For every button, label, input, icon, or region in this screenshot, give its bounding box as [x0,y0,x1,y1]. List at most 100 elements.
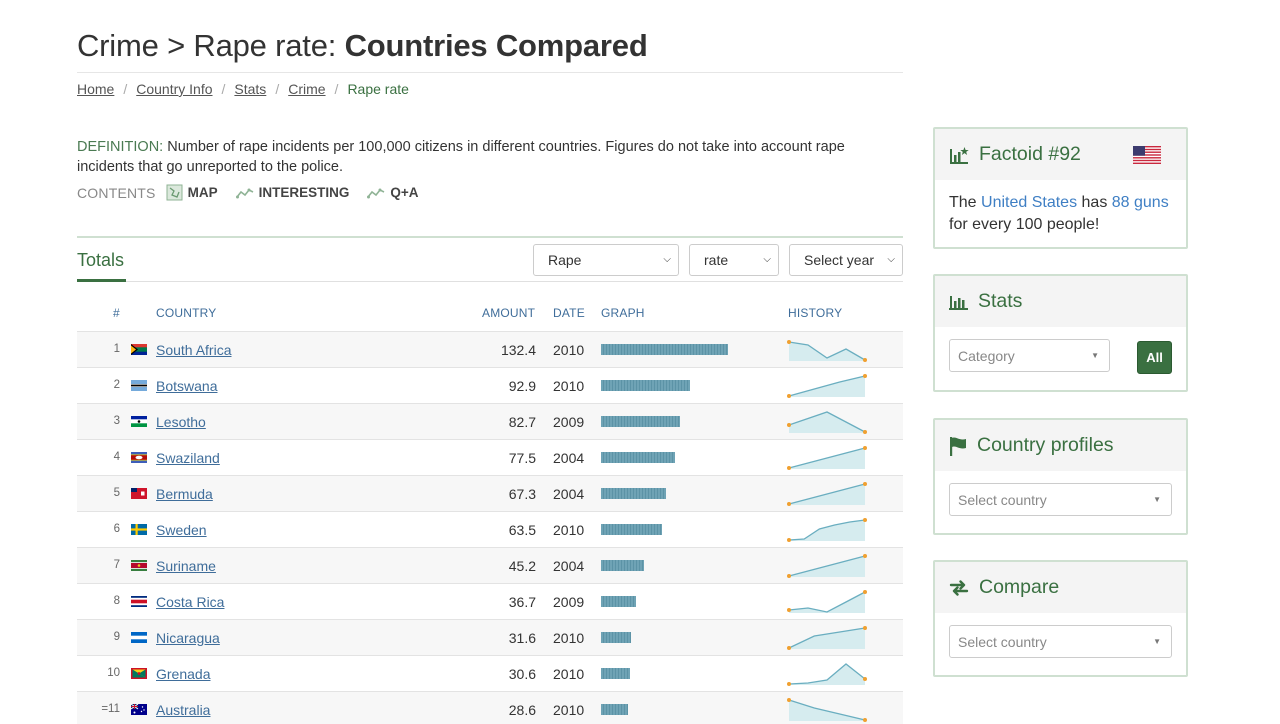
breadcrumb-separator: / [221,81,226,97]
definition-text: Number of rape incidents per 100,000 cit… [77,139,845,175]
year-select[interactable]: Select year ⌵ [789,244,903,276]
row-date: 2004 [553,450,585,466]
row-amount: 82.7 [508,414,536,430]
sparkline-start-dot [787,574,791,578]
country-link[interactable]: Bermuda [156,486,213,502]
factoid-text-part: The [949,194,982,211]
history-sparkline[interactable] [787,336,867,364]
sparkline-start-dot [787,502,791,506]
sparkline-area [789,628,865,649]
row-amount: 77.5 [508,450,536,466]
stats-title: Stats [978,290,1023,312]
sparkline-end-dot [863,358,867,362]
row-date: 2010 [553,666,585,682]
row-rank: 2 [113,379,120,391]
country-flag-icon [131,452,147,463]
column-header-rank[interactable]: # [113,306,120,320]
country-link[interactable]: Suriname [156,558,216,574]
factoid-text: The United States has 88 guns for every … [949,192,1172,236]
tab-totals[interactable]: Totals [77,250,124,271]
country-link[interactable]: Swaziland [156,450,220,466]
value-bar [601,380,690,391]
breadcrumb-crime[interactable]: Crime [288,81,325,97]
all-button[interactable]: All [1137,341,1172,374]
bar-chart-icon [949,295,968,310]
country-link[interactable]: Sweden [156,522,207,538]
page-title: Crime > Rape rate: Countries Compared [77,28,648,64]
country-profile-select[interactable]: Select country ▼ [949,483,1172,516]
breadcrumb-stats[interactable]: Stats [234,81,266,97]
country-link[interactable]: South Africa [156,342,232,358]
row-amount: 67.3 [508,486,536,502]
sparkline-end-dot [863,718,867,722]
row-date: 2010 [553,630,585,646]
country-link[interactable]: Botswana [156,378,217,394]
country-link[interactable]: Australia [156,702,210,718]
country-flag-icon [131,560,147,571]
row-amount: 31.6 [508,630,536,646]
history-sparkline[interactable] [787,444,867,472]
swap-arrows-icon [949,579,969,596]
totals-top-divider [77,236,903,238]
row-amount: 30.6 [508,666,536,682]
country-link[interactable]: Lesotho [156,414,206,430]
factoid-value-link[interactable]: 88 guns [1112,194,1169,211]
value-bar [601,560,644,571]
breadcrumb-home[interactable]: Home [77,81,114,97]
row-rank: 6 [113,523,120,535]
contents-interesting-link[interactable]: INTERESTING [235,185,349,200]
history-sparkline[interactable] [787,660,867,688]
history-sparkline[interactable] [787,408,867,436]
row-date: 2004 [553,486,585,502]
page-title-bold: Countries Compared [344,28,648,63]
category-select[interactable]: Category ▼ [949,339,1110,372]
sparkline-start-dot [787,538,791,542]
measure-select[interactable]: rate ⌵ [689,244,779,276]
row-amount: 63.5 [508,522,536,538]
row-date: 2004 [553,558,585,574]
row-date: 2010 [553,702,585,718]
contents-map-label: MAP [187,185,218,200]
compare-country-select[interactable]: Select country ▼ [949,625,1172,658]
table-row: =11 Australia 28.6 2010 [77,691,903,724]
history-sparkline[interactable] [787,624,867,652]
sparkline-end-dot [863,430,867,434]
column-header-country[interactable]: COUNTRY [156,306,217,320]
history-sparkline[interactable] [787,372,867,400]
column-header-graph: GRAPH [601,306,645,320]
sparkline-start-dot [787,340,791,344]
country-link[interactable]: Nicaragua [156,630,220,646]
column-header-date[interactable]: DATE [553,306,585,320]
sparkline-end-dot [863,446,867,450]
country-link[interactable]: Costa Rica [156,594,224,610]
row-rank: =11 [101,703,120,715]
row-date: 2009 [553,414,585,430]
table-row: 8 Costa Rica 36.7 2009 [77,583,903,619]
sparkline-start-dot [787,698,791,702]
history-sparkline[interactable] [787,552,867,580]
stat-select[interactable]: Rape ⌵ [533,244,679,276]
country-flag-icon [131,632,147,643]
table-row: 9 Nicaragua 31.6 2010 [77,619,903,655]
chevron-down-icon: ⌵ [663,254,671,265]
stat-select-value: Rape [548,252,582,268]
column-header-amount[interactable]: AMOUNT [482,306,535,320]
row-rank: 10 [107,667,120,679]
row-amount: 132.4 [500,342,536,358]
factoid-country-link[interactable]: United States [981,194,1077,211]
value-bar [601,704,628,715]
contents-label: CONTENTS [77,184,156,201]
contents-map-link[interactable]: MAP [166,184,218,201]
history-sparkline[interactable] [787,480,867,508]
history-sparkline[interactable] [787,516,867,544]
contents-qa-link[interactable]: Q+A [367,185,419,200]
compare-header: Compare [935,562,1186,613]
history-sparkline[interactable] [787,696,867,724]
sparkline-start-dot [787,682,791,686]
country-profile-placeholder: Select country [958,491,1047,508]
year-select-value: Select year [804,252,875,268]
history-sparkline[interactable] [787,588,867,616]
country-link[interactable]: Grenada [156,666,210,682]
sparkline-end-dot [863,374,867,378]
breadcrumb-country-info[interactable]: Country Info [136,81,212,97]
